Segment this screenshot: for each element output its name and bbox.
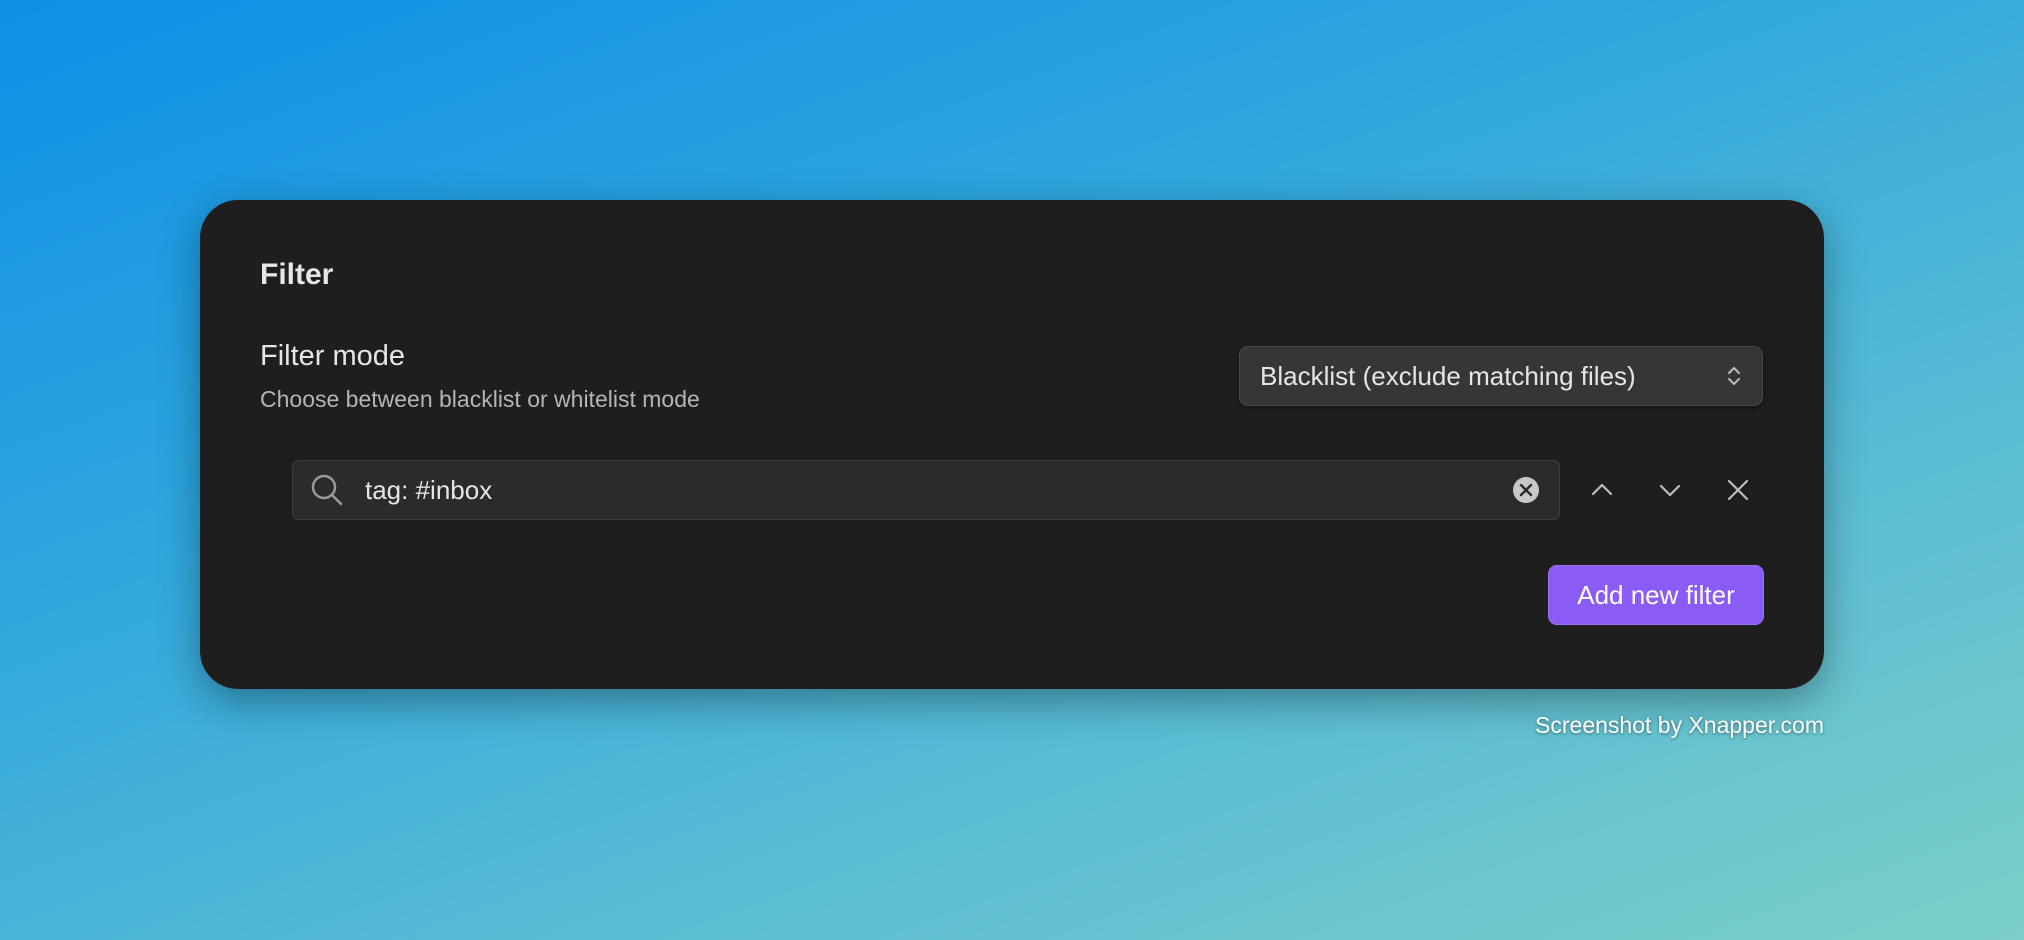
add-new-filter-button[interactable]: Add new filter xyxy=(1548,565,1764,625)
filter-settings-panel: Filter Filter mode Choose between blackl… xyxy=(200,200,1824,689)
filter-query-input[interactable]: tag: #inbox xyxy=(365,475,1511,506)
filter-mode-value: Blacklist (exclude matching files) xyxy=(1260,360,1636,391)
chevron-down-icon[interactable] xyxy=(1648,468,1692,512)
chevron-up-down-icon xyxy=(1726,364,1742,388)
search-icon xyxy=(307,470,347,510)
screenshot-credit: Screenshot by Xnapper.com xyxy=(1535,712,1824,738)
section-title: Filter xyxy=(260,258,334,291)
close-icon[interactable] xyxy=(1716,468,1760,512)
clear-circle-icon[interactable] xyxy=(1511,475,1541,505)
filter-search-field[interactable]: tag: #inbox xyxy=(292,460,1560,520)
filter-mode-select[interactable]: Blacklist (exclude matching files) xyxy=(1239,346,1763,406)
chevron-up-icon[interactable] xyxy=(1580,468,1624,512)
setting-name: Filter mode xyxy=(260,340,406,372)
setting-description: Choose between blacklist or whitelist mo… xyxy=(260,386,700,412)
